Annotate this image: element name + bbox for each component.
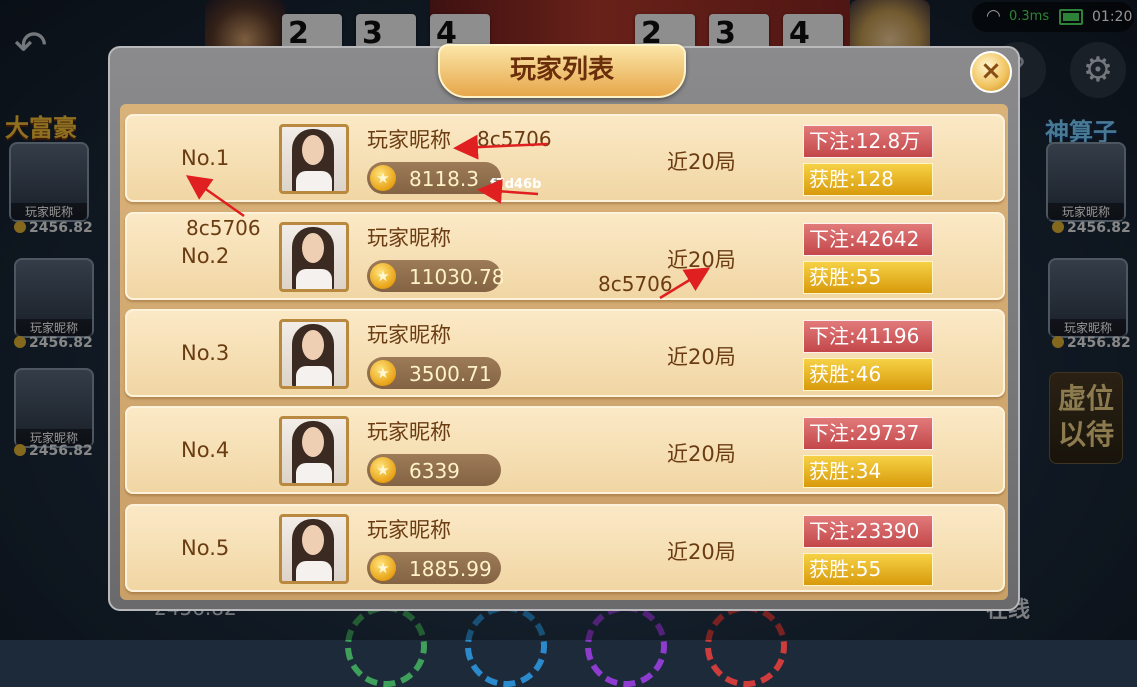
annotation-arrow	[477, 178, 539, 204]
annotation-arrow	[659, 267, 711, 300]
annotation-arrows	[185, 134, 711, 300]
annotation-arrow	[185, 175, 245, 218]
annotation-arrow	[453, 134, 549, 160]
